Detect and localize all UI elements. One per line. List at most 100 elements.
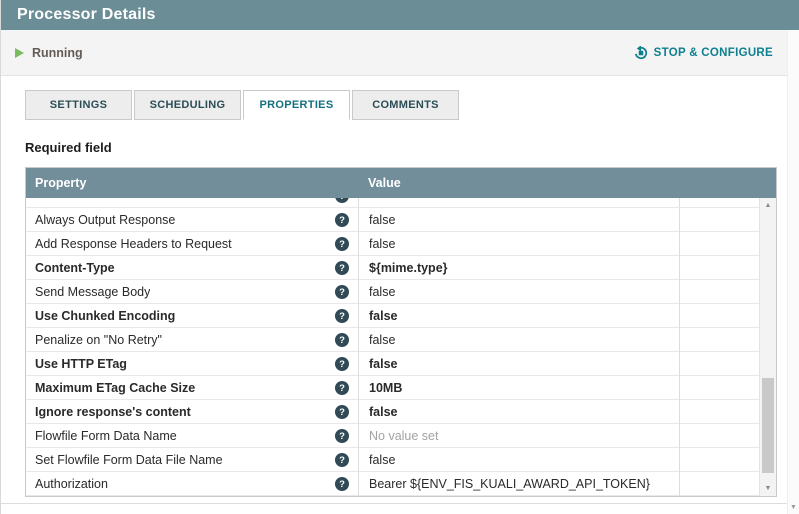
- processor-details-dialog: { "header": { "title": "Processor Detail…: [0, 0, 799, 514]
- property-name: Use HTTP ETag: [35, 357, 127, 371]
- play-triangle-icon: [15, 48, 24, 58]
- property-value: Bearer ${ENV_FIS_KUALI_AWARD_API_TOKEN}: [369, 477, 650, 491]
- row-actions-cell: [679, 208, 759, 232]
- value-cell[interactable]: 10MB: [358, 376, 679, 400]
- scroll-down-icon[interactable]: ▼: [760, 481, 776, 496]
- page-scroll-down-icon[interactable]: ▼: [788, 501, 799, 513]
- table-scrollbar[interactable]: ▲ ▼: [759, 198, 776, 496]
- tab-scheduling[interactable]: SCHEDULING: [134, 90, 241, 120]
- stop-and-configure-button[interactable]: STOP & CONFIGURE: [634, 46, 773, 60]
- value-cell[interactable]: Bearer ${ENV_FIS_KUALI_AWARD_API_TOKEN}: [358, 472, 679, 496]
- row-actions-cell: [679, 256, 759, 280]
- property-value: No value set: [369, 429, 438, 443]
- table-row[interactable]: Maximum ETag Cache Size? 10MB: [26, 376, 759, 400]
- property-cell: Penalize on "No Retry"?: [26, 328, 358, 352]
- property-cell: ?: [26, 198, 358, 208]
- property-name: Penalize on "No Retry": [35, 333, 162, 347]
- property-value: false: [369, 453, 395, 467]
- table-row[interactable]: Use Chunked Encoding? false: [26, 304, 759, 328]
- row-actions-cell: [679, 400, 759, 424]
- help-icon[interactable]: ?: [335, 261, 349, 275]
- table-row[interactable]: Flowfile Form Data Name? No value set: [26, 424, 759, 448]
- property-value: false: [369, 309, 398, 323]
- table-row[interactable]: Send Message Body? false: [26, 280, 759, 304]
- page-scrollbar[interactable]: ▼: [787, 30, 799, 514]
- value-cell[interactable]: false: [358, 232, 679, 256]
- table-row[interactable]: Content-Type? ${mime.type}: [26, 256, 759, 280]
- tab-settings[interactable]: SETTINGS: [25, 90, 132, 120]
- property-cell: Set Flowfile Form Data File Name?: [26, 448, 358, 472]
- row-actions-cell: [679, 328, 759, 352]
- property-name: Ignore response's content: [35, 405, 191, 419]
- property-cell: Always Output Response?: [26, 208, 358, 232]
- property-cell: Send Message Body?: [26, 280, 358, 304]
- help-icon[interactable]: ?: [335, 333, 349, 347]
- value-cell[interactable]: false: [358, 448, 679, 472]
- property-cell: Add Response Headers to Request?: [26, 232, 358, 256]
- property-value: false: [369, 285, 395, 299]
- property-name: Flowfile Form Data Name: [35, 429, 177, 443]
- value-cell[interactable]: false: [358, 280, 679, 304]
- tab-settings-label: SETTINGS: [50, 99, 107, 111]
- value-cell[interactable]: false: [358, 328, 679, 352]
- property-cell: Use Chunked Encoding?: [26, 304, 358, 328]
- value-cell[interactable]: ${mime.type}: [358, 256, 679, 280]
- help-icon[interactable]: ?: [335, 237, 349, 251]
- row-actions-cell: [679, 376, 759, 400]
- help-icon[interactable]: ?: [335, 285, 349, 299]
- help-icon[interactable]: ?: [335, 381, 349, 395]
- property-cell: Ignore response's content?: [26, 400, 358, 424]
- required-field-label: Required field: [25, 140, 799, 155]
- property-value: false: [369, 213, 395, 227]
- property-name: Content-Type: [35, 261, 115, 275]
- table-row[interactable]: Ignore response's content? false: [26, 400, 759, 424]
- property-value: false: [369, 237, 395, 251]
- value-cell[interactable]: [358, 198, 679, 208]
- property-value: false: [369, 333, 395, 347]
- row-actions-cell: [679, 304, 759, 328]
- tab-comments[interactable]: COMMENTS: [352, 90, 459, 120]
- property-cell: Authorization?: [26, 472, 358, 496]
- table-row[interactable]: Always Output Response? false: [26, 208, 759, 232]
- row-actions-cell: [679, 198, 759, 208]
- help-icon[interactable]: ?: [335, 405, 349, 419]
- column-header-property: Property: [26, 176, 358, 190]
- table-row[interactable]: Set Flowfile Form Data File Name? false: [26, 448, 759, 472]
- property-name: Set Flowfile Form Data File Name: [35, 453, 223, 467]
- help-icon[interactable]: ?: [335, 213, 349, 227]
- property-name: Authorization: [35, 477, 108, 491]
- property-name: Maximum ETag Cache Size: [35, 381, 195, 395]
- property-name: Add Response Headers to Request: [35, 237, 232, 251]
- tab-properties[interactable]: PROPERTIES: [243, 90, 350, 120]
- scroll-up-icon[interactable]: ▲: [760, 198, 776, 213]
- run-status: Running: [15, 46, 83, 60]
- row-actions-cell: [679, 448, 759, 472]
- help-icon[interactable]: ?: [335, 357, 349, 371]
- tab-comments-label: COMMENTS: [372, 99, 439, 111]
- dialog-header: Processor Details: [1, 0, 799, 30]
- table-row[interactable]: Add Response Headers to Request? false: [26, 232, 759, 256]
- row-actions-cell: [679, 472, 759, 496]
- property-value: false: [369, 405, 398, 419]
- properties-table-header: Property Value: [26, 168, 776, 198]
- value-cell[interactable]: false: [358, 352, 679, 376]
- value-cell[interactable]: false: [358, 304, 679, 328]
- table-row[interactable]: ?: [26, 198, 759, 208]
- column-header-value: Value: [358, 176, 776, 190]
- value-cell[interactable]: false: [358, 400, 679, 424]
- table-row[interactable]: Use HTTP ETag? false: [26, 352, 759, 376]
- scrollbar-thumb[interactable]: [762, 378, 774, 473]
- tab-scheduling-label: SCHEDULING: [150, 99, 226, 111]
- table-row[interactable]: Authorization? Bearer ${ENV_FIS_KUALI_AWA…: [26, 472, 759, 496]
- property-name: Use Chunked Encoding: [35, 309, 175, 323]
- help-icon[interactable]: ?: [335, 429, 349, 443]
- help-icon[interactable]: ?: [335, 453, 349, 467]
- help-icon[interactable]: ?: [335, 477, 349, 491]
- value-cell[interactable]: false: [358, 208, 679, 232]
- help-icon[interactable]: ?: [335, 309, 349, 323]
- tab-properties-label: PROPERTIES: [260, 99, 334, 111]
- run-status-label: Running: [32, 46, 83, 60]
- help-icon[interactable]: ?: [335, 198, 349, 203]
- value-cell[interactable]: No value set: [358, 424, 679, 448]
- table-row[interactable]: Penalize on "No Retry"? false: [26, 328, 759, 352]
